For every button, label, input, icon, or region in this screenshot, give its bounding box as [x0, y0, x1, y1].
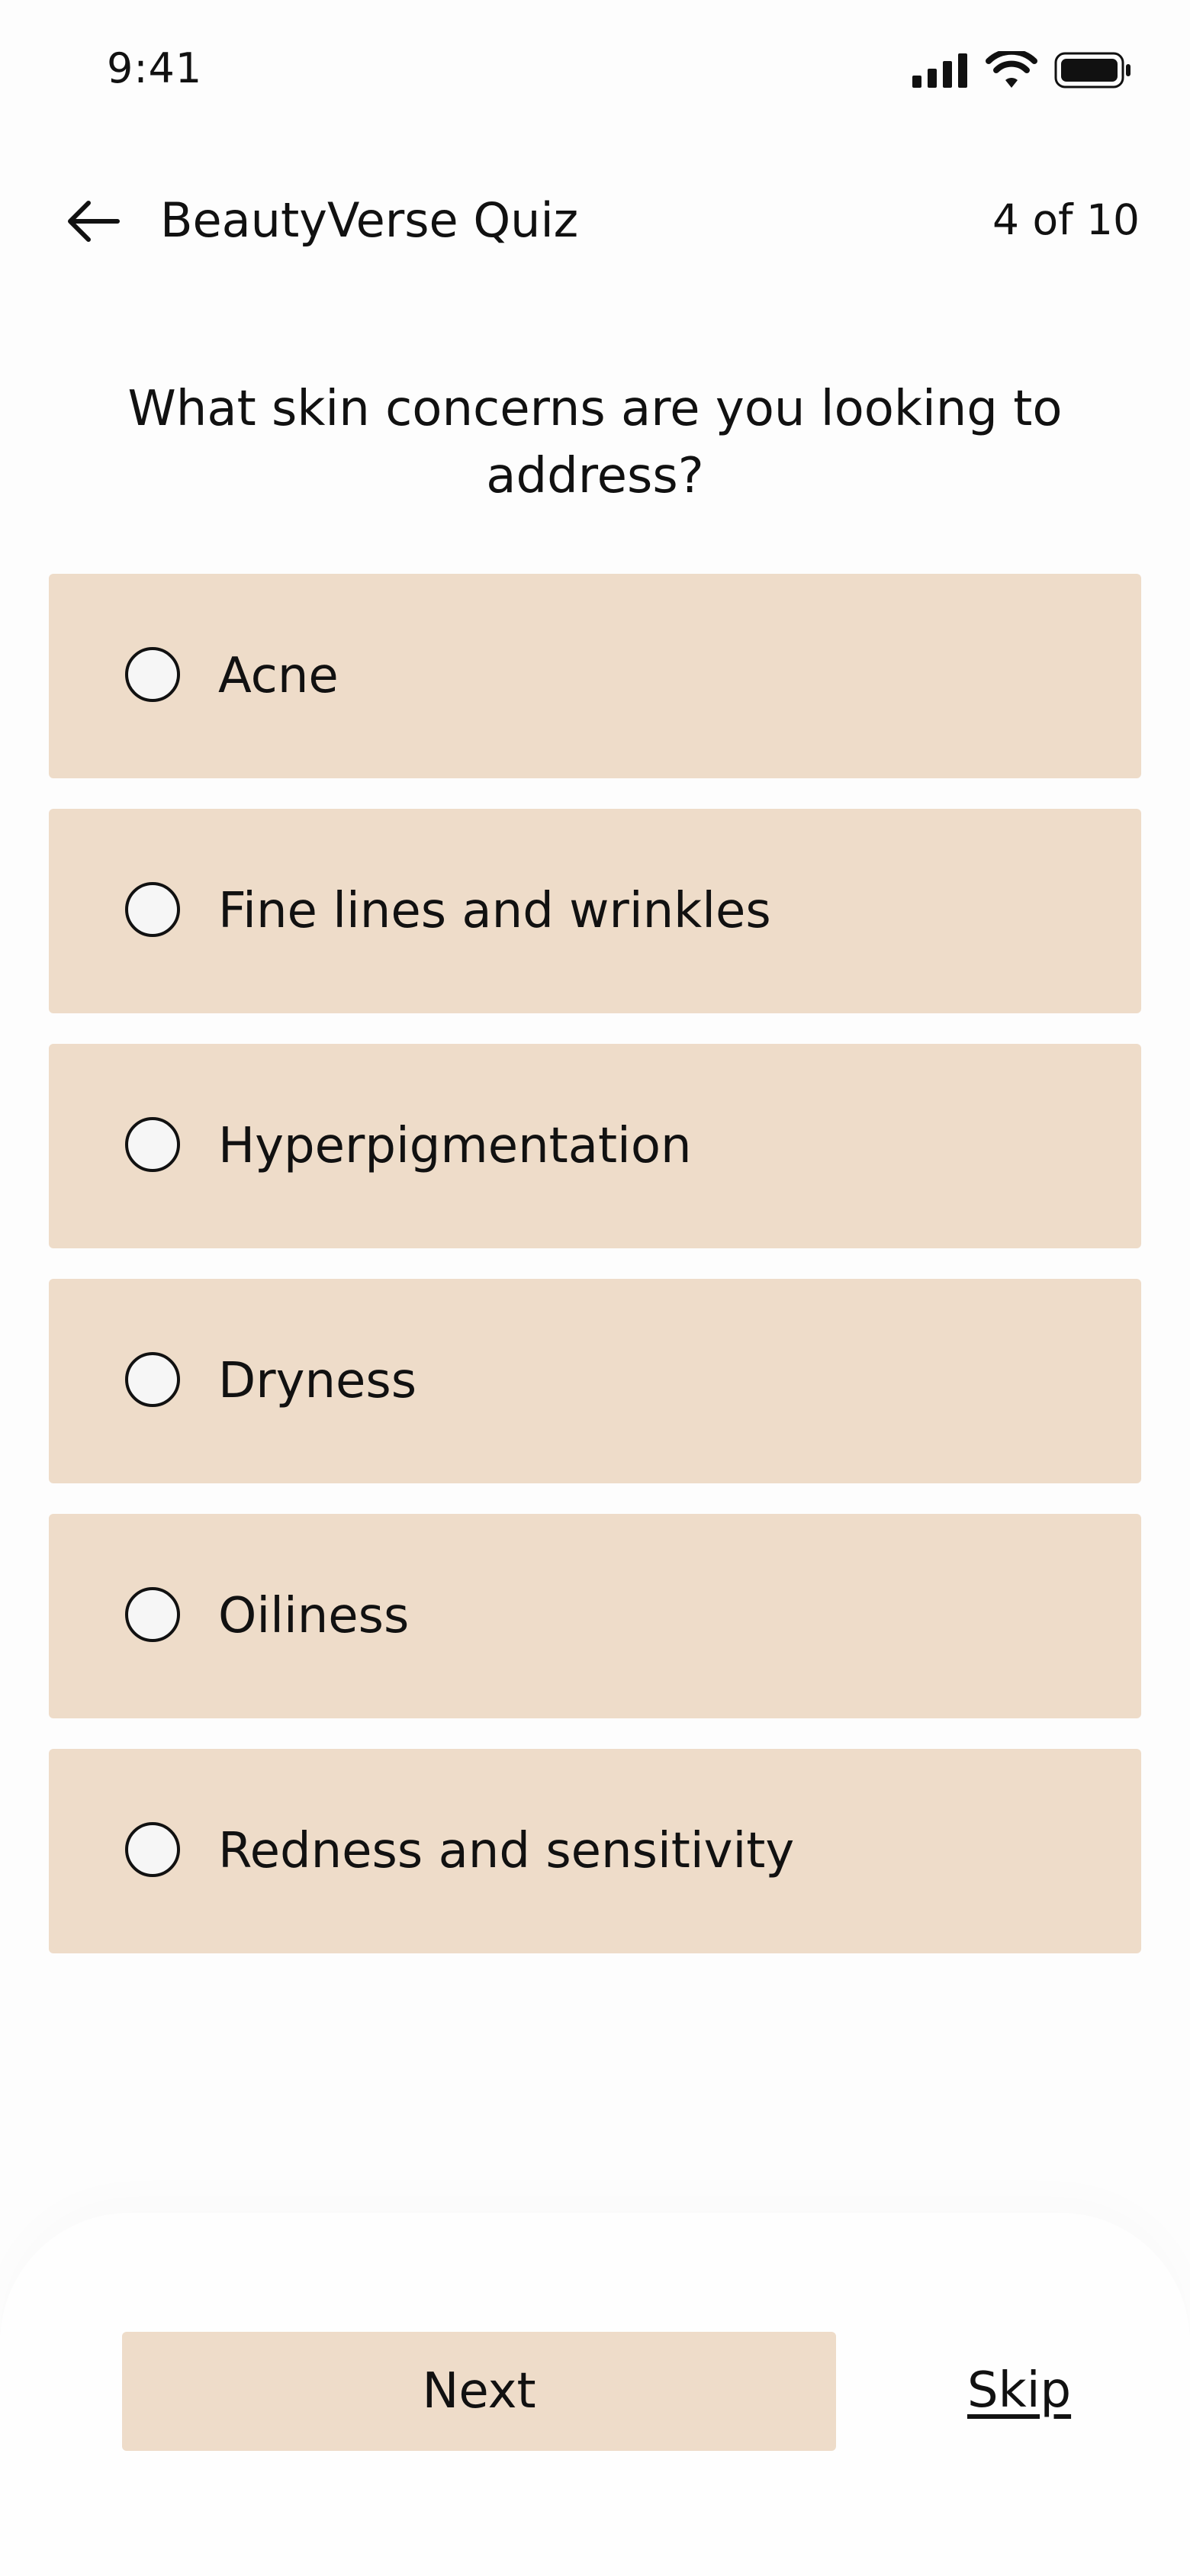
- arrow-left-icon: [66, 198, 121, 247]
- question-progress: 4 of 10: [992, 195, 1140, 244]
- option-label: Acne: [218, 648, 339, 704]
- page-title: BeautyVerse Quiz: [160, 192, 579, 248]
- back-button[interactable]: [56, 186, 130, 259]
- radio-button[interactable]: [125, 647, 180, 702]
- option-fine-lines-and-wrinkles[interactable]: Fine lines and wrinkles: [49, 809, 1141, 1013]
- cellular-signal-icon: [911, 53, 969, 91]
- status-bar: 9:41: [0, 0, 1190, 145]
- option-label: Dryness: [218, 1353, 417, 1409]
- option-label: Hyperpigmentation: [218, 1118, 692, 1174]
- status-icons: [911, 48, 1132, 93]
- question-text: What skin concerns are you looking to ad…: [127, 381, 1063, 504]
- status-time: 9:41: [107, 44, 203, 92]
- option-dryness[interactable]: Dryness: [49, 1279, 1141, 1483]
- option-acne[interactable]: Acne: [49, 574, 1141, 778]
- battery-icon: [1054, 51, 1132, 92]
- wifi-icon: [986, 48, 1037, 92]
- next-button[interactable]: Next: [122, 2332, 836, 2451]
- skip-link[interactable]: Skip: [967, 2362, 1071, 2419]
- radio-button[interactable]: [125, 1352, 180, 1407]
- option-redness-and-sensitivity[interactable]: Redness and sensitivity: [49, 1749, 1141, 1953]
- option-oiliness[interactable]: Oiliness: [49, 1514, 1141, 1718]
- quiz-header: BeautyVerse Quiz 4 of 10: [0, 175, 1190, 259]
- option-label: Redness and sensitivity: [218, 1823, 795, 1879]
- option-label: Oiliness: [218, 1588, 410, 1644]
- radio-button[interactable]: [125, 1117, 180, 1172]
- answer-options: Acne Fine lines and wrinkles Hyperpigmen…: [49, 574, 1141, 1984]
- radio-button[interactable]: [125, 882, 180, 937]
- bottom-action-bar: Next Skip: [0, 2213, 1190, 2576]
- radio-button[interactable]: [125, 1587, 180, 1642]
- option-hyperpigmentation[interactable]: Hyperpigmentation: [49, 1044, 1141, 1248]
- option-label: Fine lines and wrinkles: [218, 883, 771, 939]
- radio-button[interactable]: [125, 1822, 180, 1877]
